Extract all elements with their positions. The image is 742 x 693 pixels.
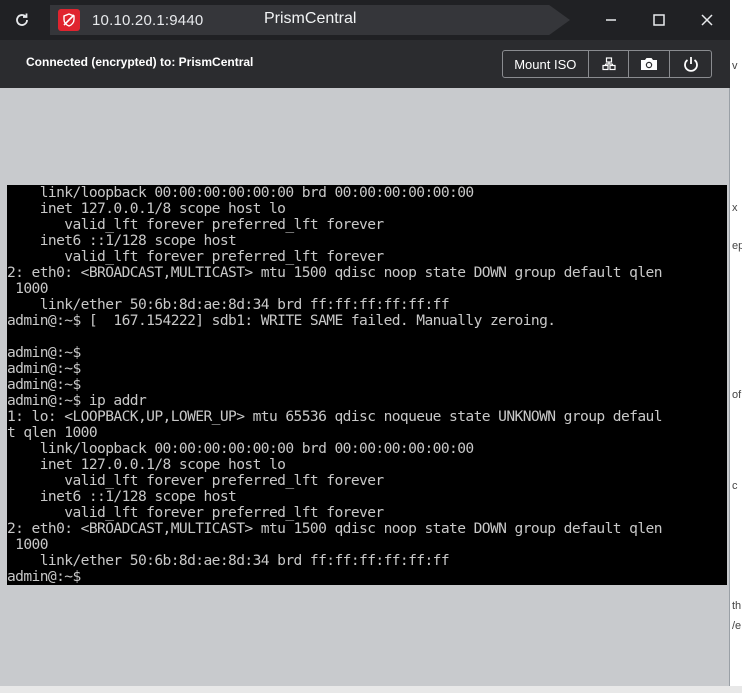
background-text: v bbox=[732, 60, 738, 72]
console-line: 2: eth0: <BROADCAST,MULTICAST> mtu 1500 … bbox=[7, 264, 663, 281]
console-line: valid_lft forever preferred_lft forever bbox=[7, 216, 384, 233]
vm-console-screen[interactable]: link/loopback 00:00:00:00:00:00 brd 00:0… bbox=[7, 185, 727, 585]
background-text: ep bbox=[732, 240, 742, 252]
background-text: x bbox=[732, 202, 738, 214]
power-button[interactable] bbox=[670, 51, 711, 77]
url-text: 10.10.20.1:9440 bbox=[92, 11, 204, 29]
power-icon bbox=[683, 57, 698, 72]
console-line: link/loopback 00:00:00:00:00:00 brd 00:0… bbox=[7, 185, 474, 201]
background-page-bottom bbox=[0, 686, 742, 693]
minimize-button[interactable] bbox=[588, 0, 634, 40]
maximize-button[interactable] bbox=[636, 0, 682, 40]
console-line: inet6 ::1/128 scope host bbox=[7, 488, 237, 505]
reload-icon bbox=[16, 13, 28, 26]
screenshot-button[interactable] bbox=[629, 51, 671, 77]
console-line: 2: eth0: <BROADCAST,MULTICAST> mtu 1500 … bbox=[7, 520, 663, 537]
background-text: /e bbox=[732, 620, 742, 632]
background-text: of bbox=[732, 389, 742, 401]
background-text: c bbox=[732, 480, 738, 492]
console-line: link/loopback 00:00:00:00:00:00 brd 00:0… bbox=[7, 440, 474, 457]
console-line: inet6 ::1/128 scope host bbox=[7, 232, 237, 249]
console-line: inet 127.0.0.1/8 scope host lo bbox=[7, 456, 286, 473]
background-page-edge bbox=[730, 0, 742, 693]
console-line: 1000 bbox=[7, 280, 48, 297]
console-toolbar: Connected (encrypted) to: PrismCentral M… bbox=[0, 40, 730, 88]
connection-status: Connected (encrypted) to: PrismCentral bbox=[26, 55, 254, 69]
console-actions: Mount ISO bbox=[502, 50, 712, 78]
console-line: t qlen 1000 bbox=[7, 424, 98, 441]
title-bar: 10.10.20.1:9440 PrismCentral bbox=[0, 0, 730, 40]
console-line: admin@:~$ [ 167.154222] sdb1: WRITE SAME… bbox=[7, 312, 556, 329]
console-line: 1: lo: <LOOPBACK,UP,LOWER_UP> mtu 65536 … bbox=[7, 408, 663, 425]
keyboard-layout-button[interactable] bbox=[589, 51, 630, 77]
console-line: valid_lft forever preferred_lft forever bbox=[7, 472, 384, 489]
console-line: 1000 bbox=[7, 536, 48, 553]
minimize-icon bbox=[606, 19, 616, 21]
console-line: link/ether 50:6b:8d:ae:8d:34 brd ff:ff:f… bbox=[7, 296, 450, 313]
mount-iso-button[interactable]: Mount ISO bbox=[503, 51, 589, 77]
console-line: valid_lft forever preferred_lft forever bbox=[7, 248, 384, 265]
console-line: link/ether 50:6b:8d:ae:8d:34 brd ff:ff:f… bbox=[7, 552, 450, 569]
console-line: admin@:~$ bbox=[7, 360, 81, 377]
not-secure-shield-icon[interactable] bbox=[58, 9, 80, 31]
console-line: admin@:~$ bbox=[7, 376, 81, 393]
console-line: admin@:~$ bbox=[7, 568, 81, 585]
reload-button[interactable] bbox=[0, 0, 44, 40]
console-line: admin@:~$ bbox=[7, 344, 81, 361]
console-line: valid_lft forever preferred_lft forever bbox=[7, 504, 384, 521]
close-button[interactable] bbox=[684, 0, 730, 40]
keyboard-layout-icon bbox=[601, 57, 616, 71]
close-icon bbox=[701, 14, 713, 26]
console-line: admin@:~$ ip addr bbox=[7, 392, 147, 409]
console-line: inet 127.0.0.1/8 scope host lo bbox=[7, 200, 286, 217]
console-window: 10.10.20.1:9440 PrismCentral Connected (… bbox=[0, 0, 730, 693]
page-title: PrismCentral bbox=[264, 10, 357, 27]
background-text: th bbox=[732, 600, 742, 612]
camera-icon bbox=[641, 58, 658, 70]
maximize-icon bbox=[653, 14, 665, 26]
